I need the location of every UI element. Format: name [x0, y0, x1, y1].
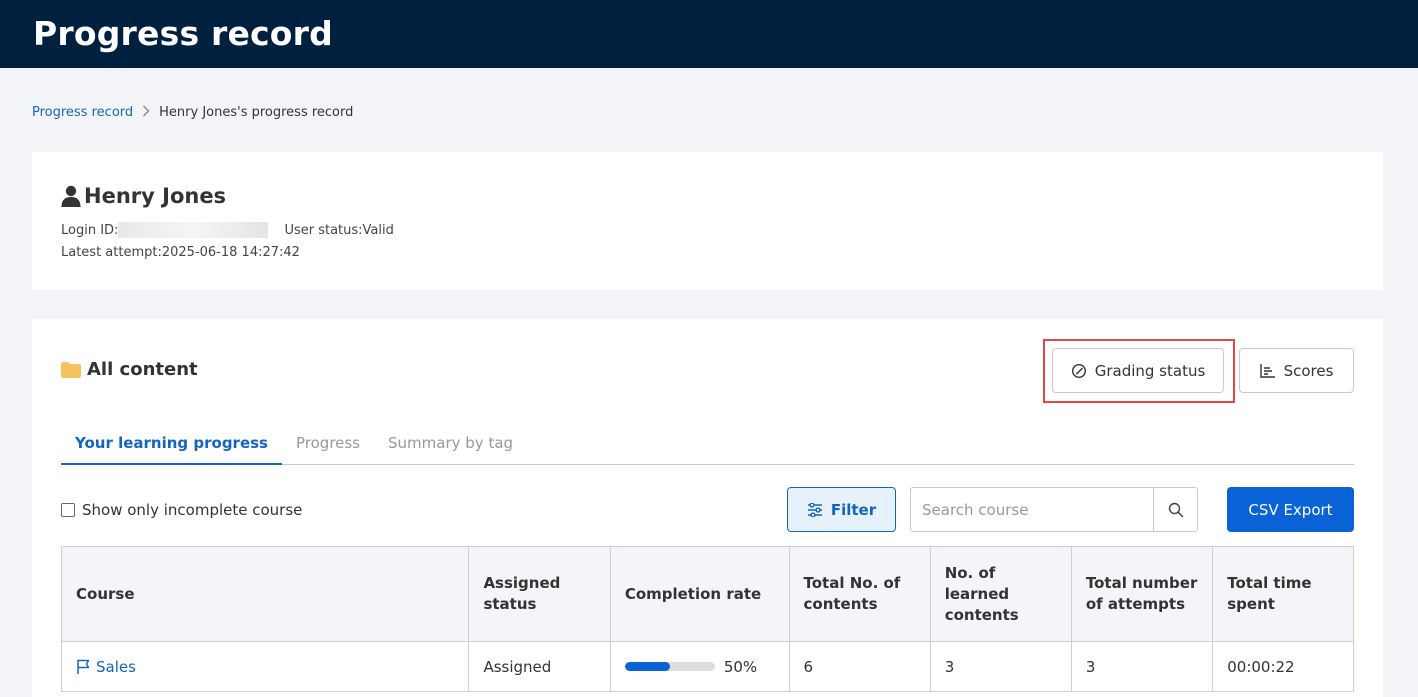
page-title: Progress record: [33, 14, 333, 53]
incomplete-checkbox-label[interactable]: Show only incomplete course: [82, 501, 302, 519]
tab-your-learning-progress[interactable]: Your learning progress: [61, 425, 282, 465]
chevron-right-icon: [142, 105, 150, 120]
latest-attempt-value: 2025-06-18 14:27:42: [161, 245, 300, 260]
course-name: Sales: [96, 657, 136, 676]
column-header-completion-rate[interactable]: Completion rate: [609, 546, 790, 642]
cell-learned-contents: 3: [929, 641, 1072, 692]
top-bar: Progress record: [0, 0, 1418, 68]
latest-attempt-label: Latest attempt:: [61, 245, 162, 260]
section-title: All content: [61, 359, 198, 380]
user-name: Henry Jones: [84, 184, 227, 208]
tab-bar: Your learning progress Progress Summary …: [61, 425, 1354, 465]
sliders-icon: [807, 502, 831, 517]
column-header-course[interactable]: Course: [61, 546, 470, 642]
login-id-redacted: [118, 222, 269, 238]
cell-time-spent: 00:00:22: [1212, 641, 1354, 692]
scores-button[interactable]: Scores: [1239, 348, 1354, 393]
breadcrumb-current: Henry Jones's progress record: [159, 105, 354, 120]
login-id-label: Login ID:: [61, 222, 119, 238]
user-meta-line-2: Latest attempt:2025-06-18 14:27:42: [61, 245, 300, 260]
completion-progress: 50%: [624, 657, 775, 676]
cell-attempts: 3: [1070, 641, 1214, 692]
column-header-total-time[interactable]: Total time spent: [1212, 546, 1354, 642]
cell-completion: 50%: [609, 641, 790, 692]
content-card: All content Grading status Scores Your l…: [32, 319, 1383, 697]
column-header-assigned-status[interactable]: Assigned status: [468, 546, 611, 642]
incomplete-checkbox[interactable]: [61, 503, 75, 517]
person-icon: [61, 185, 81, 207]
completion-progress-bar: [624, 662, 715, 671]
user-status-value: Valid: [362, 222, 394, 238]
column-header-total-attempts[interactable]: Total number of attempts: [1070, 546, 1214, 642]
completion-percent: 50%: [723, 657, 758, 676]
section-title-text: All content: [87, 359, 198, 380]
cell-assigned: Assigned: [468, 641, 611, 692]
grading-icon: [1071, 363, 1095, 379]
table-row: Sales Assigned 50% 6 3 3 00:00:22: [61, 641, 1354, 692]
column-header-learned-contents[interactable]: No. of learned contents: [929, 546, 1072, 642]
filter-button[interactable]: Filter: [787, 487, 896, 532]
table-header-row: Course Assigned status Completion rate T…: [61, 546, 1354, 642]
search-button[interactable]: [1153, 488, 1197, 531]
search-icon: [1168, 502, 1184, 518]
column-header-total-contents[interactable]: Total No. of contents: [788, 546, 931, 642]
grading-status-button[interactable]: Grading status: [1052, 348, 1224, 393]
progress-table-wrapper: Course Assigned status Completion rate T…: [61, 546, 1354, 697]
cell-course: Sales: [61, 641, 470, 692]
course-link-sales[interactable]: Sales: [76, 658, 454, 676]
tab-progress[interactable]: Progress: [282, 425, 374, 465]
user-info-card: Henry Jones Login ID: User status: Valid…: [32, 152, 1383, 290]
user-name-heading: Henry Jones: [61, 184, 226, 208]
breadcrumb-link-progress-record[interactable]: Progress record: [32, 105, 133, 120]
folder-icon: [61, 361, 81, 378]
tab-summary-by-tag[interactable]: Summary by tag: [374, 425, 527, 465]
bar-chart-icon: [1259, 363, 1284, 378]
search-box: [910, 487, 1198, 532]
cell-total-contents: 6: [788, 641, 931, 692]
user-status-label: User status:: [284, 222, 363, 238]
scores-label: Scores: [1283, 361, 1334, 380]
progress-table: Course Assigned status Completion rate T…: [61, 546, 1354, 692]
csv-export-button[interactable]: CSV Export: [1227, 487, 1354, 532]
breadcrumb: Progress record Henry Jones's progress r…: [32, 105, 353, 120]
incomplete-filter-row: Show only incomplete course: [61, 501, 302, 519]
user-meta-line-1: Login ID: User status: Valid: [61, 222, 394, 238]
search-input[interactable]: [911, 488, 1153, 531]
filter-label: Filter: [830, 500, 877, 519]
grading-status-label: Grading status: [1094, 361, 1206, 380]
completion-progress-fill: [624, 662, 670, 671]
flag-icon: [76, 659, 96, 674]
